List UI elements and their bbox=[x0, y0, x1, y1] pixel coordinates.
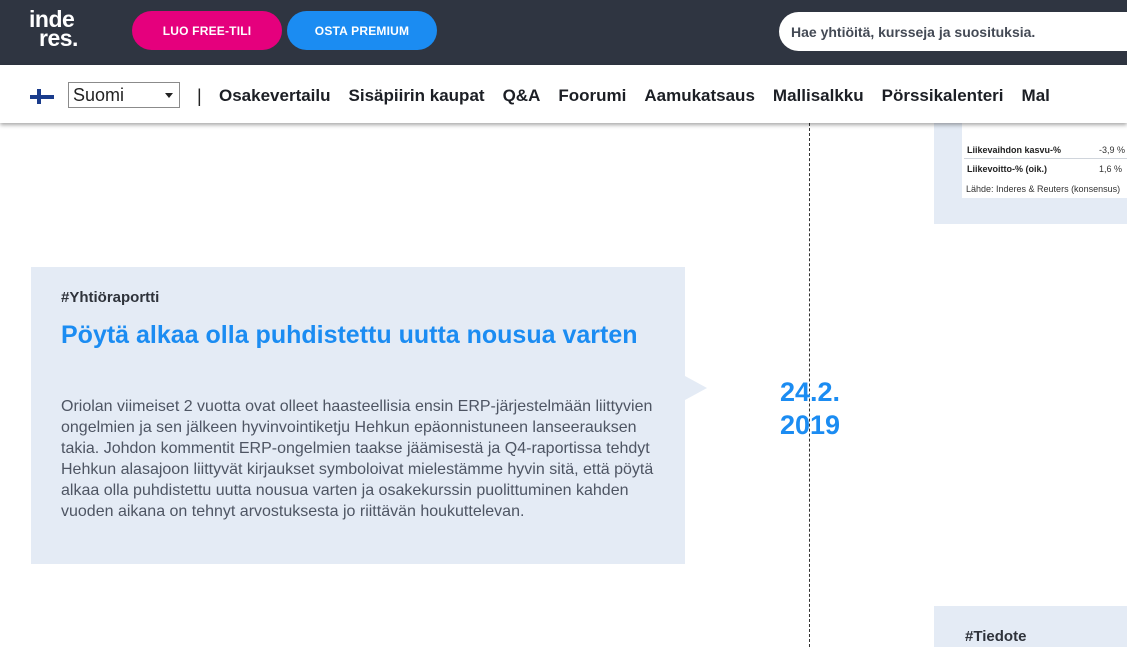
logo-line-2: res. bbox=[39, 25, 78, 51]
stat-divider bbox=[964, 158, 1127, 159]
nav-link-foorumi[interactable]: Foorumi bbox=[558, 84, 626, 108]
nav-link-mallisalkku[interactable]: Mallisalkku bbox=[773, 84, 864, 108]
stat-label: Liikevoitto-% (oik.) bbox=[967, 164, 1048, 174]
next-item-card bbox=[934, 606, 1127, 647]
stat-label: Liikevaihdon kasvu-% bbox=[967, 145, 1062, 155]
search-input[interactable] bbox=[779, 12, 1127, 51]
buy-premium-button[interactable]: OSTA PREMIUM bbox=[287, 11, 437, 50]
nav-link-osakevertailu[interactable]: Osakevertailu bbox=[219, 84, 331, 108]
article-tag[interactable]: #Yhtiöraportti bbox=[61, 289, 159, 306]
stat-value: -3,9 % bbox=[1099, 145, 1126, 155]
article-date: 24.2. 2019 bbox=[760, 376, 860, 442]
nav-link-truncated[interactable]: Mal bbox=[1022, 84, 1050, 108]
article-summary: Oriolan viimeiset 2 vuotta ovat olleet h… bbox=[61, 398, 654, 520]
create-free-account-button[interactable]: LUO FREE-TILI bbox=[132, 11, 282, 50]
stat-value: 1,6 % bbox=[1099, 164, 1123, 174]
nav-link-porssikalenteri[interactable]: Pörssikalenteri bbox=[882, 84, 1004, 108]
main-navigation: Osakevertailu Sisäpiirin kaupat Q&A Foor… bbox=[219, 84, 1068, 108]
stat-row: Liikevoitto-% (oik.) 1,6 % bbox=[967, 164, 1122, 174]
nav-separator: | bbox=[197, 86, 202, 106]
inderes-logo[interactable]: inde res. bbox=[29, 8, 109, 56]
card-pointer bbox=[685, 376, 707, 400]
top-bar: inde res. LUO FREE-TILI OSTA PREMIUM bbox=[0, 0, 1127, 65]
stats-source: Lähde: Inderes & Reuters (konsensus) bbox=[966, 184, 1121, 194]
stat-row: Liikevaihdon kasvu-% -3,9 % bbox=[967, 145, 1125, 155]
article-date-day: 24.2. bbox=[779, 377, 841, 407]
article-title[interactable]: Pöytä alkaa olla puhdistettu uutta nousu… bbox=[61, 318, 661, 353]
chevron-down-icon bbox=[165, 93, 173, 98]
article-date-year: 2019 bbox=[779, 410, 841, 440]
language-select-value: Suomi bbox=[73, 85, 125, 105]
nav-link-aamukatsaus[interactable]: Aamukatsaus bbox=[644, 84, 755, 108]
nav-link-sisapiirin-kaupat[interactable]: Sisäpiirin kaupat bbox=[349, 84, 485, 108]
language-select[interactable]: Suomi bbox=[68, 82, 180, 108]
next-item-tag[interactable]: #Tiedote bbox=[965, 628, 1026, 645]
nav-link-qa[interactable]: Q&A bbox=[503, 84, 541, 108]
finnish-flag-icon bbox=[30, 89, 54, 104]
